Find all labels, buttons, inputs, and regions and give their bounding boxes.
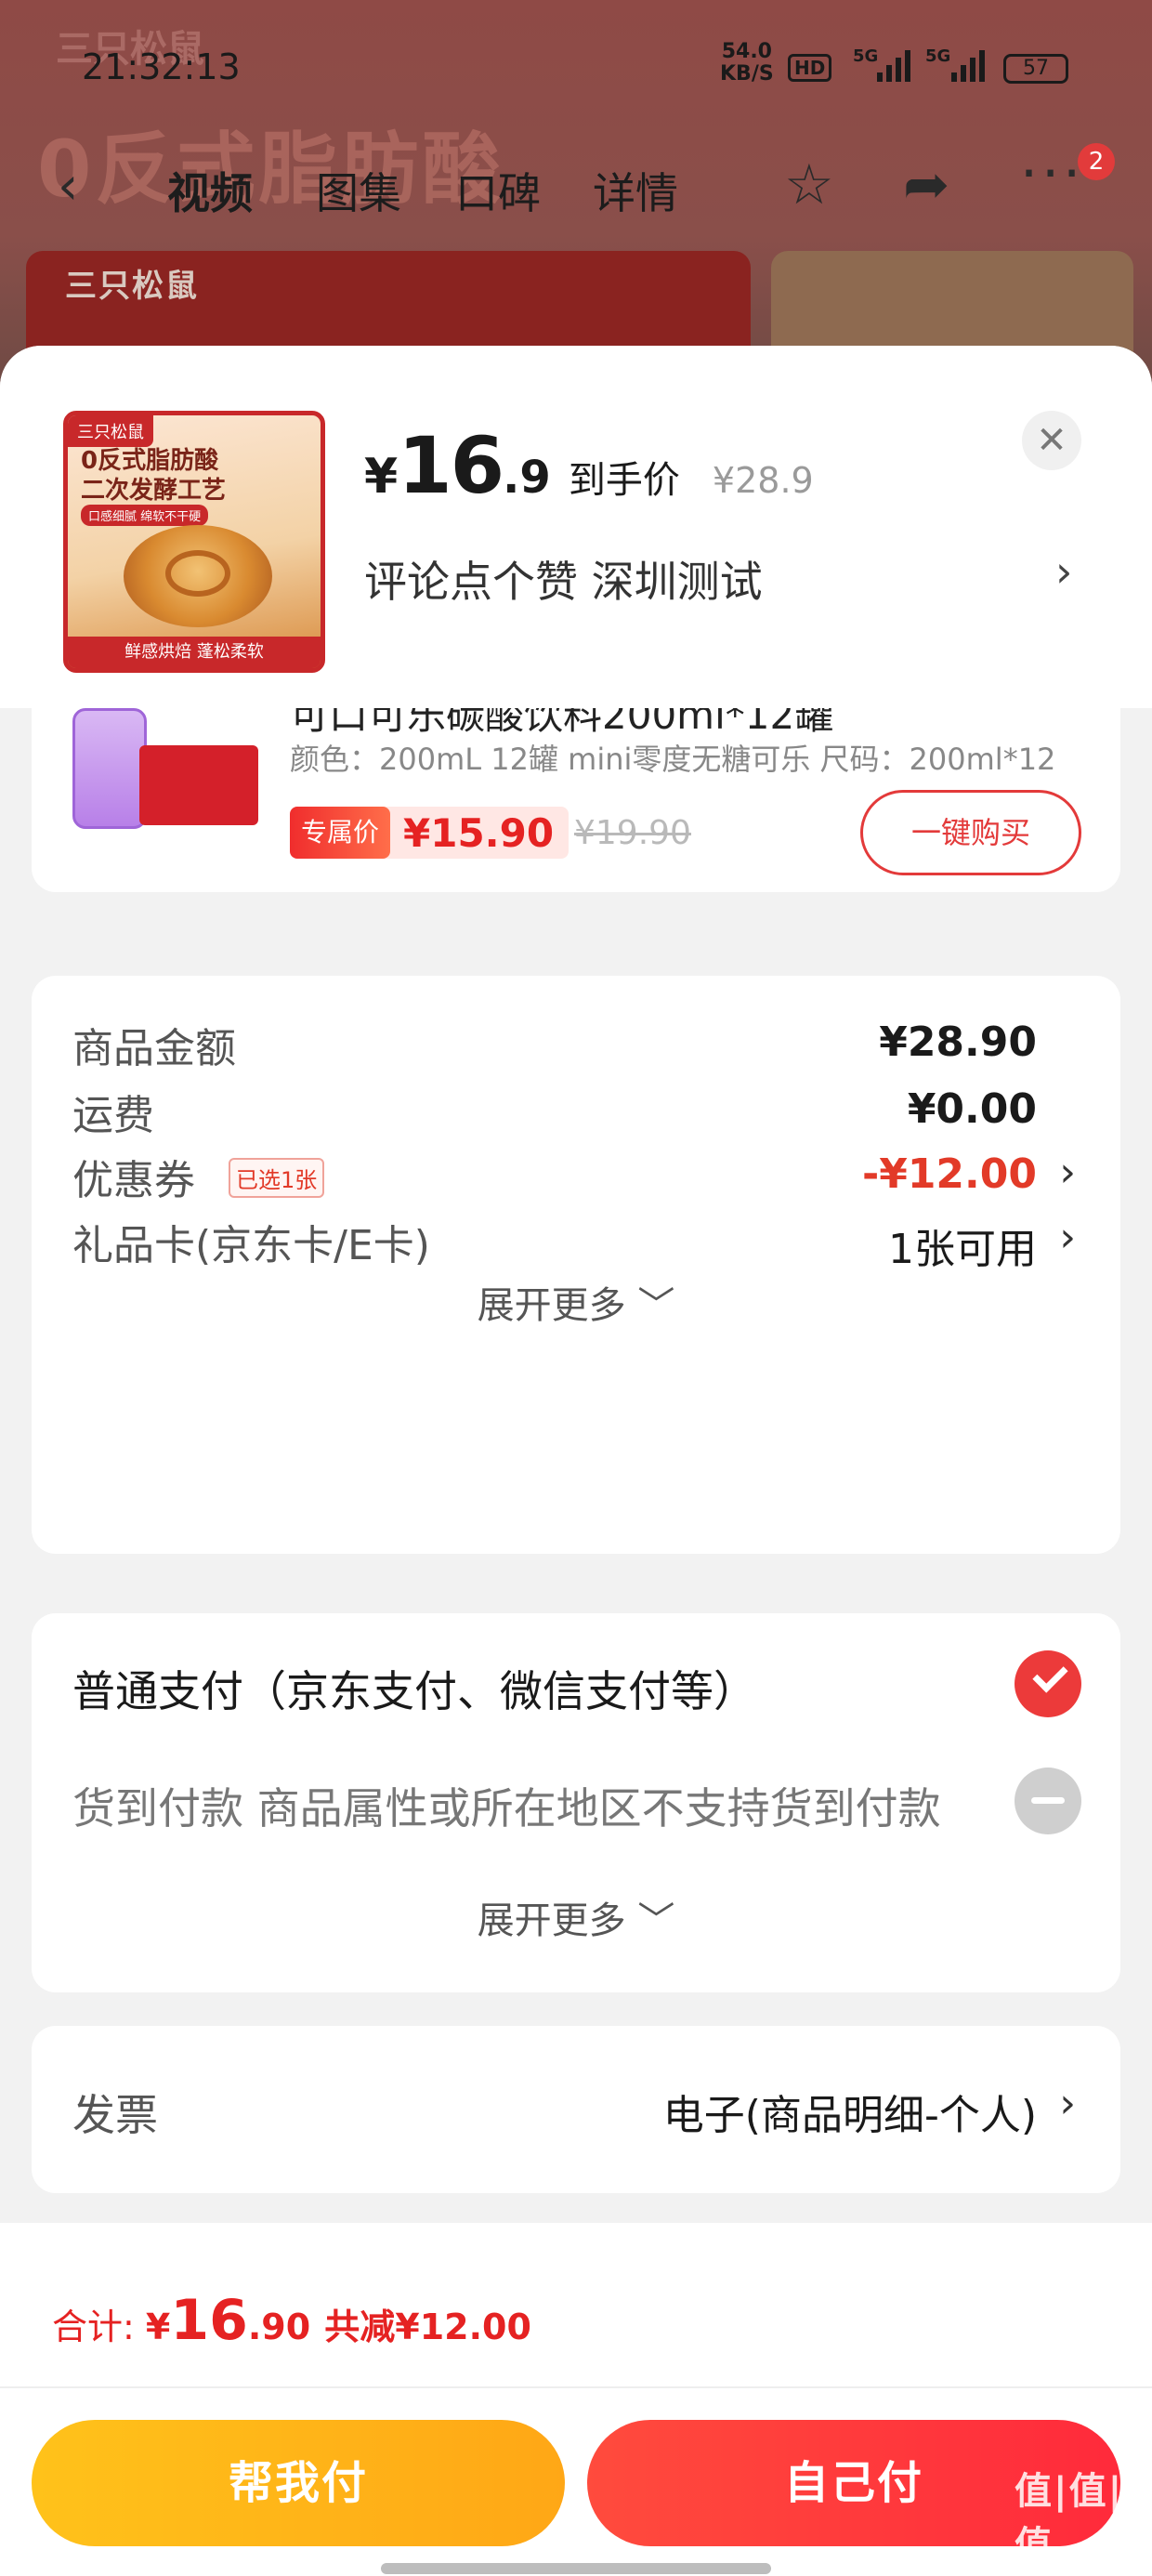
status-time: 21:32:13 (82, 46, 241, 87)
total-decimal: .90 (247, 2307, 311, 2347)
gift-card-label: 礼品卡(京东卡/E卡) (72, 1222, 430, 1269)
network-speed-unit: KB/S (720, 62, 774, 85)
exclusive-price-value: ¥15.90 (403, 809, 555, 856)
total-saved: 共减¥12.00 (324, 2307, 531, 2347)
home-indicator[interactable] (381, 2563, 771, 2574)
network-speed: 54.0 KB/S (720, 41, 774, 85)
share-icon[interactable]: ➦ (903, 152, 949, 217)
subtotal-value: ¥28.90 (879, 1019, 1037, 1066)
chevron-right-icon[interactable]: › (1055, 546, 1072, 597)
close-icon[interactable]: ✕ (1022, 411, 1081, 470)
signal-icon-2 (951, 50, 985, 82)
chevron-right-icon: › (1059, 1214, 1076, 1261)
original-price: ¥28.9 (712, 460, 814, 501)
subtotal-row: 商品金额 ¥28.90 (72, 1004, 1076, 1078)
gift-card-value: 1张可用 (888, 1226, 1037, 1273)
tab-reviews[interactable]: 口碑 (455, 160, 541, 221)
price-currency: ¥ (364, 449, 399, 505)
one-click-buy-button[interactable]: 一键购买 (860, 790, 1081, 875)
tab-video[interactable]: 视频 (167, 160, 253, 221)
disabled-icon (1015, 1768, 1081, 1834)
battery-icon: 57 (1003, 54, 1068, 84)
watermark-site: zhizhizhi.com (1018, 2546, 1119, 2564)
shipping-label: 运费 (72, 1092, 154, 1139)
status-bar: 21:32:13 54.0 KB/S HD 5G 5G 57 (0, 37, 1152, 102)
back-icon[interactable]: ‹ (58, 156, 78, 217)
product-image: 三只松鼠 0反式脂肪酸 二次发酵工艺 口感细腻 绵软不干硬 鲜感烘焙 蓬松柔软 (63, 411, 325, 673)
coupon-selected-tag: 已选1张 (229, 1158, 325, 1198)
delivery-address[interactable]: 评论点个赞 深圳测试 (364, 548, 763, 610)
checked-icon[interactable] (1015, 1650, 1081, 1717)
chevron-right-icon: › (1059, 2080, 1076, 2127)
invoice-label: 发票 (72, 2090, 158, 2140)
sim2-label: 5G (925, 46, 951, 66)
payment-option-cod-label: 货到付款 商品属性或所在地区不支持货到付款 (72, 1783, 941, 1833)
exclusive-price-label: 专属价 (290, 807, 391, 859)
product-image-line2: 二次发酵工艺 (81, 477, 227, 505)
coupon-label: 优惠券 (72, 1157, 195, 1204)
gift-card-row[interactable]: 礼品卡(京东卡/E卡) 1张可用 › (72, 1201, 1076, 1275)
price-decimal: .9 (503, 452, 551, 504)
final-price-label: 到手价 (568, 459, 680, 502)
expand-more-payment[interactable]: 展开更多 ﹀ (32, 1890, 1120, 1944)
order-total: 合计: ¥16.90 共减¥12.00 (52, 2288, 531, 2353)
checkout-footer: 合计: ¥16.90 共减¥12.00 帮我付 自己付 (0, 2223, 1152, 2576)
product-image-footer: 鲜感烘焙 蓬松柔软 (68, 637, 321, 668)
hd-icon: HD (788, 54, 832, 82)
background-banner-brand: 三只松鼠 (65, 268, 199, 305)
total-currency: ¥ (145, 2307, 171, 2347)
invoice-value: 电子(商品明细-个人) (662, 2092, 1037, 2139)
tab-gallery[interactable]: 图集 (316, 160, 401, 221)
total-integer: 16 (170, 2288, 248, 2353)
star-icon[interactable]: ☆ (784, 152, 834, 217)
tab-details[interactable]: 详情 (593, 160, 678, 221)
total-label: 合计: (52, 2307, 146, 2347)
shipping-value: ¥0.00 (907, 1085, 1037, 1133)
expand-more-bill[interactable]: 展开更多 ﹀ (32, 1275, 1120, 1329)
invoice-card[interactable]: 发票 电子(商品明细-个人) › (32, 2026, 1120, 2193)
sim1-label: 5G (853, 46, 879, 66)
sheet-header: 三只松鼠 0反式脂肪酸 二次发酵工艺 口感细腻 绵软不干硬 鲜感烘焙 蓬松柔软 … (0, 346, 1152, 708)
help-pay-button[interactable]: 帮我付 (32, 2420, 565, 2546)
footer-divider (0, 2386, 1152, 2388)
network-speed-value: 54.0 (721, 40, 772, 63)
payment-method-card: 普通支付（京东支付、微信支付等） 货到付款 商品属性或所在地区不支持货到付款 展… (32, 1613, 1120, 1992)
payment-option-cod: 货到付款 商品属性或所在地区不支持货到付款 (72, 1762, 1081, 1836)
price-breakdown-card: 商品金额 ¥28.90 运费 ¥0.00 优惠券 已选1张 -¥12.00 › … (32, 976, 1120, 1554)
shipping-row: 运费 ¥0.00 (72, 1071, 1076, 1145)
more-icon[interactable]: ··· (1020, 141, 1084, 206)
checkout-sheet: 可口可乐碳酸饮料200ml*12罐 颜色：200mL 12罐 mini零度无糖可… (0, 346, 1152, 2576)
coupon-row[interactable]: 优惠券 已选1张 -¥12.00 › (72, 1136, 1076, 1210)
more-badge: 2 (1078, 143, 1115, 180)
chevron-right-icon: › (1059, 1149, 1076, 1196)
subtotal-label: 商品金额 (72, 1025, 236, 1072)
signal-icon (877, 50, 910, 82)
product-image-line3: 口感细腻 绵软不干硬 (81, 505, 209, 526)
related-product-image (72, 708, 258, 829)
final-price: ¥16.9 到手价 ¥28.9 (364, 420, 814, 511)
coupon-value: -¥12.00 (861, 1150, 1037, 1198)
related-product-spec: 颜色：200mL 12罐 mini零度无糖可乐 尺码：200ml*12 (290, 742, 1056, 777)
product-navbar: ‹ 视频 图集 口碑 详情 ☆ ➦ ··· 2 (0, 139, 1152, 232)
price-integer: 16 (398, 420, 504, 511)
exclusive-price-tag: 专属价 ¥15.90 (290, 807, 569, 859)
payment-option-normal-label: 普通支付（京东支付、微信支付等） (72, 1666, 756, 1716)
payment-option-normal[interactable]: 普通支付（京东支付、微信支付等） (72, 1645, 1081, 1719)
related-product-card[interactable]: 可口可乐碳酸饮料200ml*12罐 颜色：200mL 12罐 mini零度无糖可… (32, 699, 1120, 892)
related-original-price: ¥19.90 (574, 814, 691, 852)
